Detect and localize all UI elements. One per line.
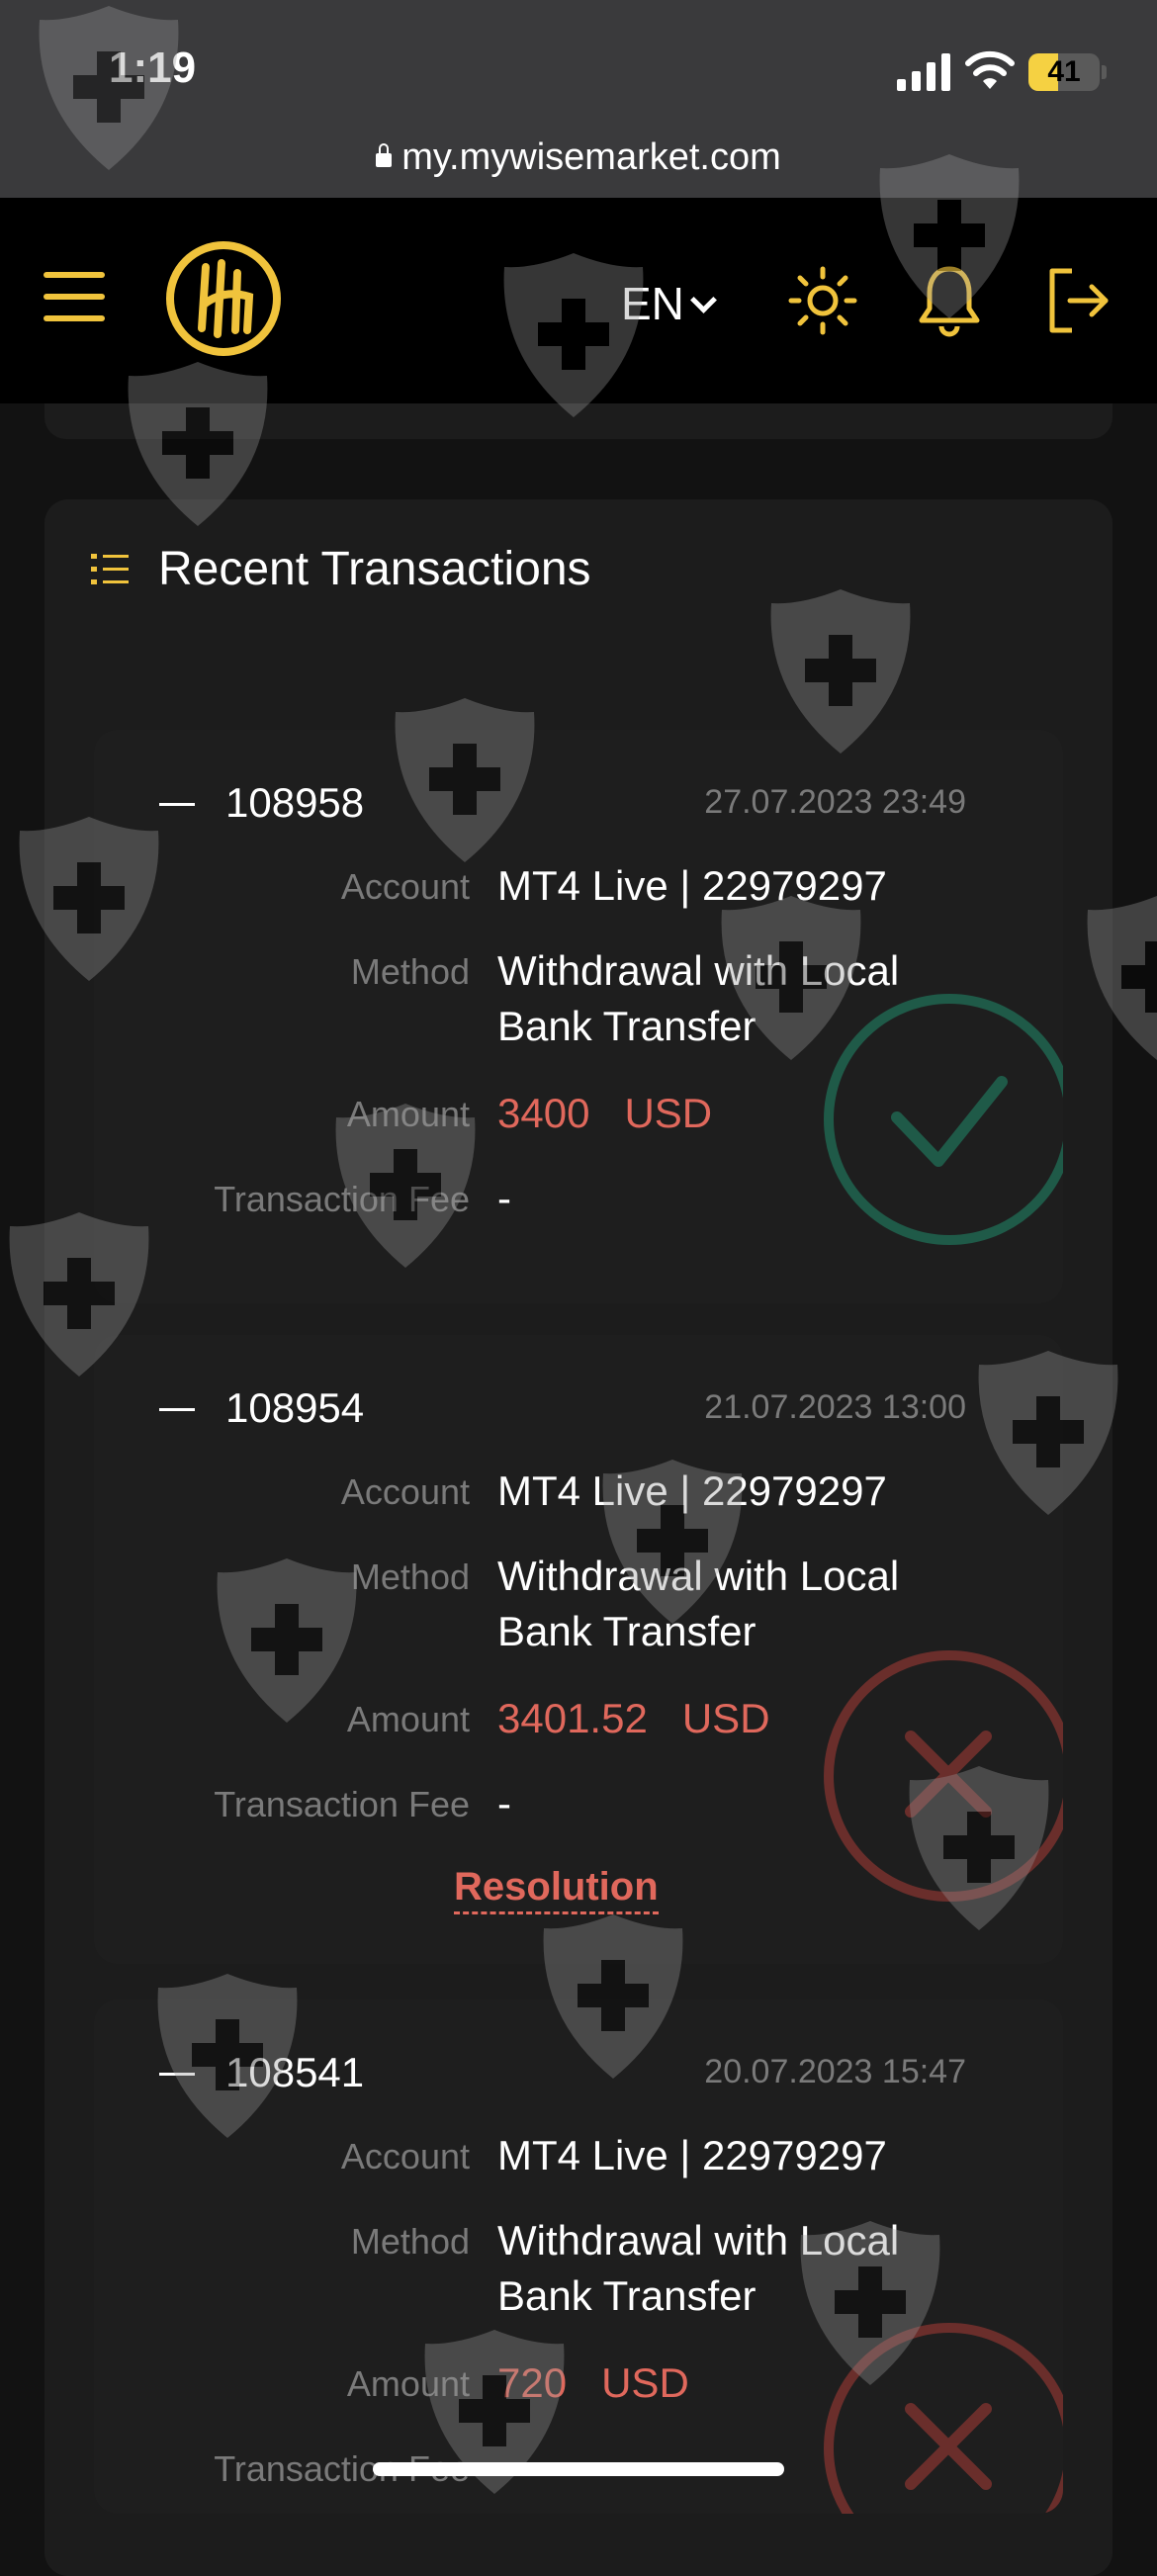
- approved-check-icon: [824, 994, 1063, 1245]
- account-label: Account: [340, 866, 470, 907]
- logo[interactable]: [164, 239, 283, 358]
- method-value-line1: Withdrawal with Local: [497, 1553, 900, 1599]
- method-label: Method: [350, 951, 470, 992]
- collapse-icon[interactable]: [159, 803, 195, 806]
- wifi-icon: [965, 50, 1015, 89]
- status-bar: 1:19 41 my.mywisemarket.com: [0, 0, 1157, 198]
- previous-card: [44, 403, 1112, 439]
- method-value-line2: Bank Transfer: [497, 2272, 756, 2319]
- list-icon: [91, 554, 129, 584]
- amount-currency: USD: [624, 1090, 713, 1136]
- account-value: MT4 Live | 22979297: [497, 862, 887, 909]
- cellular-signal-icon: [897, 53, 950, 91]
- transaction-id: 108541: [225, 2049, 365, 2095]
- collapse-icon[interactable]: [159, 2073, 195, 2076]
- battery-icon: 41: [1028, 53, 1100, 91]
- lock-icon: [376, 143, 393, 167]
- transaction-id: 108954: [225, 1384, 365, 1431]
- fee-label: Transaction Fee: [214, 1179, 470, 1219]
- transaction-date: 20.07.2023 15:47: [704, 2053, 966, 2090]
- transaction-card[interactable]: 108958 27.07.2023 23:49 Account MT4 Live…: [94, 730, 1063, 1303]
- language-label: EN: [621, 278, 684, 329]
- address-bar[interactable]: my.mywisemarket.com: [0, 136, 1157, 179]
- section-title: Recent Transactions: [158, 543, 591, 595]
- transaction-card[interactable]: 108541 20.07.2023 15:47 Account MT4 Live…: [94, 1999, 1063, 2514]
- resolution-link[interactable]: Resolution: [454, 1865, 659, 1914]
- battery-level: 41: [1047, 55, 1081, 88]
- method-label: Method: [350, 1556, 470, 1597]
- amount-label: Amount: [346, 1699, 470, 1739]
- status-time: 1:19: [109, 44, 197, 92]
- method-label: Method: [350, 2221, 470, 2262]
- chevron-down-icon: [689, 287, 717, 313]
- amount-label: Amount: [346, 2363, 470, 2404]
- transaction-date: 21.07.2023 13:00: [704, 1388, 966, 1426]
- transaction-card[interactable]: 108954 21.07.2023 13:00 Account MT4 Live…: [94, 1335, 1063, 1964]
- account-label: Account: [340, 1471, 470, 1512]
- transaction-id: 108958: [225, 779, 365, 826]
- account-value: MT4 Live | 22979297: [497, 2132, 887, 2178]
- amount-number: 3400: [497, 1090, 590, 1136]
- amount-number: 720: [497, 2359, 568, 2406]
- sun-icon[interactable]: [787, 265, 858, 336]
- account-label: Account: [340, 2136, 470, 2176]
- logout-icon[interactable]: [1042, 265, 1113, 336]
- language-selector[interactable]: EN: [621, 277, 717, 330]
- url-text: my.mywisemarket.com: [401, 136, 781, 178]
- collapse-icon[interactable]: [159, 1408, 195, 1411]
- amount-currency: USD: [681, 1695, 770, 1741]
- transaction-date: 27.07.2023 23:49: [704, 783, 966, 821]
- app-header: EN: [0, 198, 1157, 403]
- rejected-x-icon: [824, 1650, 1063, 1902]
- method-value-line1: Withdrawal with Local: [497, 2217, 900, 2264]
- fee-label: Transaction Fee: [214, 1784, 470, 1824]
- account-value: MT4 Live | 22979297: [497, 1467, 887, 1514]
- amount-number: 3401.52: [497, 1695, 648, 1741]
- amount-label: Amount: [346, 1094, 470, 1134]
- menu-icon[interactable]: [44, 272, 105, 321]
- bell-icon[interactable]: [916, 263, 983, 338]
- battery-nub: [1102, 65, 1107, 79]
- home-indicator[interactable]: [373, 2462, 784, 2476]
- amount-currency: USD: [601, 2359, 689, 2406]
- rejected-x-icon: [824, 2323, 1063, 2514]
